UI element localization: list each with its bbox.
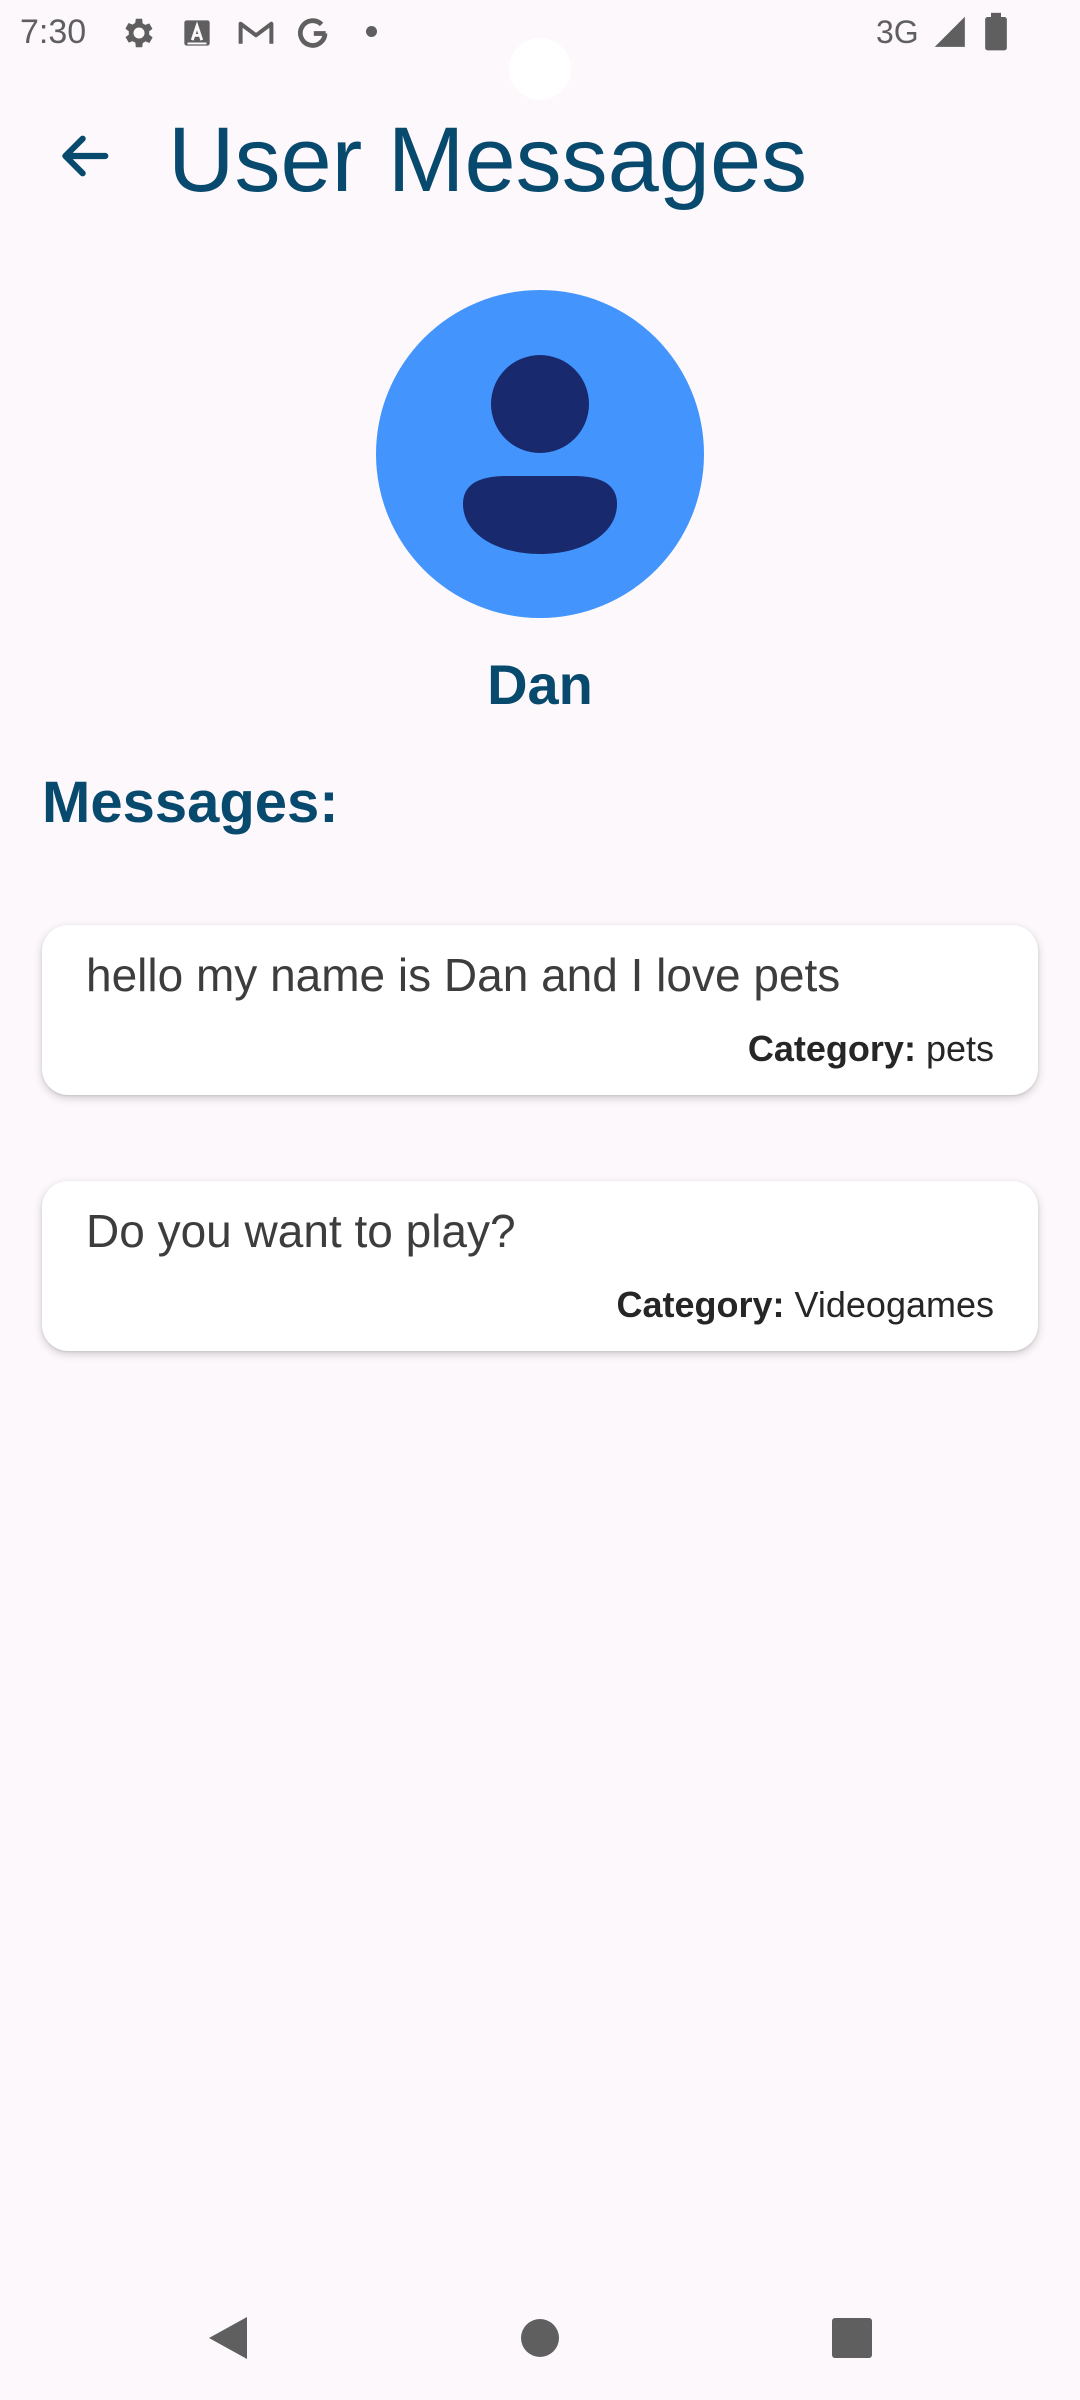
message-card[interactable]: Do you want to play? Category: Videogame… [42,1181,1038,1351]
nav-back-button[interactable] [196,2306,260,2370]
notification-dot [366,26,377,37]
gmail-icon [236,14,274,52]
messages-heading: Messages: [42,770,339,835]
status-bar: 7:30 3G [0,0,1080,100]
avatar [376,290,704,618]
a-text-icon [178,14,216,52]
recents-square-icon [832,2318,872,2358]
message-category: Category: Videogames [616,1283,994,1327]
message-text: hello my name is Dan and I love pets [86,949,841,1001]
person-icon [376,290,704,618]
category-value: pets [925,1028,994,1069]
user-name: Dan [487,653,593,716]
back-triangle-icon [209,2317,247,2359]
message-text: Do you want to play? [86,1205,516,1257]
google-icon [294,14,332,52]
nav-home-button[interactable] [508,2306,572,2370]
message-card[interactable]: hello my name is Dan and I love pets Cat… [42,925,1038,1095]
navigation-bar [0,2276,1080,2400]
back-button[interactable] [38,110,130,202]
arrow-back-icon [62,135,109,177]
page-title: User Messages [168,109,808,211]
battery-icon [978,12,1016,51]
camera-cutout [509,38,571,100]
category-label: Category: [616,1284,785,1325]
network-type: 3G [876,14,919,50]
home-circle-icon [521,2319,559,2357]
category-value: Videogames [794,1284,994,1325]
nav-recents-button[interactable] [820,2306,884,2370]
gear-icon [120,14,158,52]
message-category: Category: pets [748,1027,994,1071]
signal-icon [930,12,968,50]
category-label: Category: [747,1028,916,1069]
status-time: 7:30 [20,13,87,51]
